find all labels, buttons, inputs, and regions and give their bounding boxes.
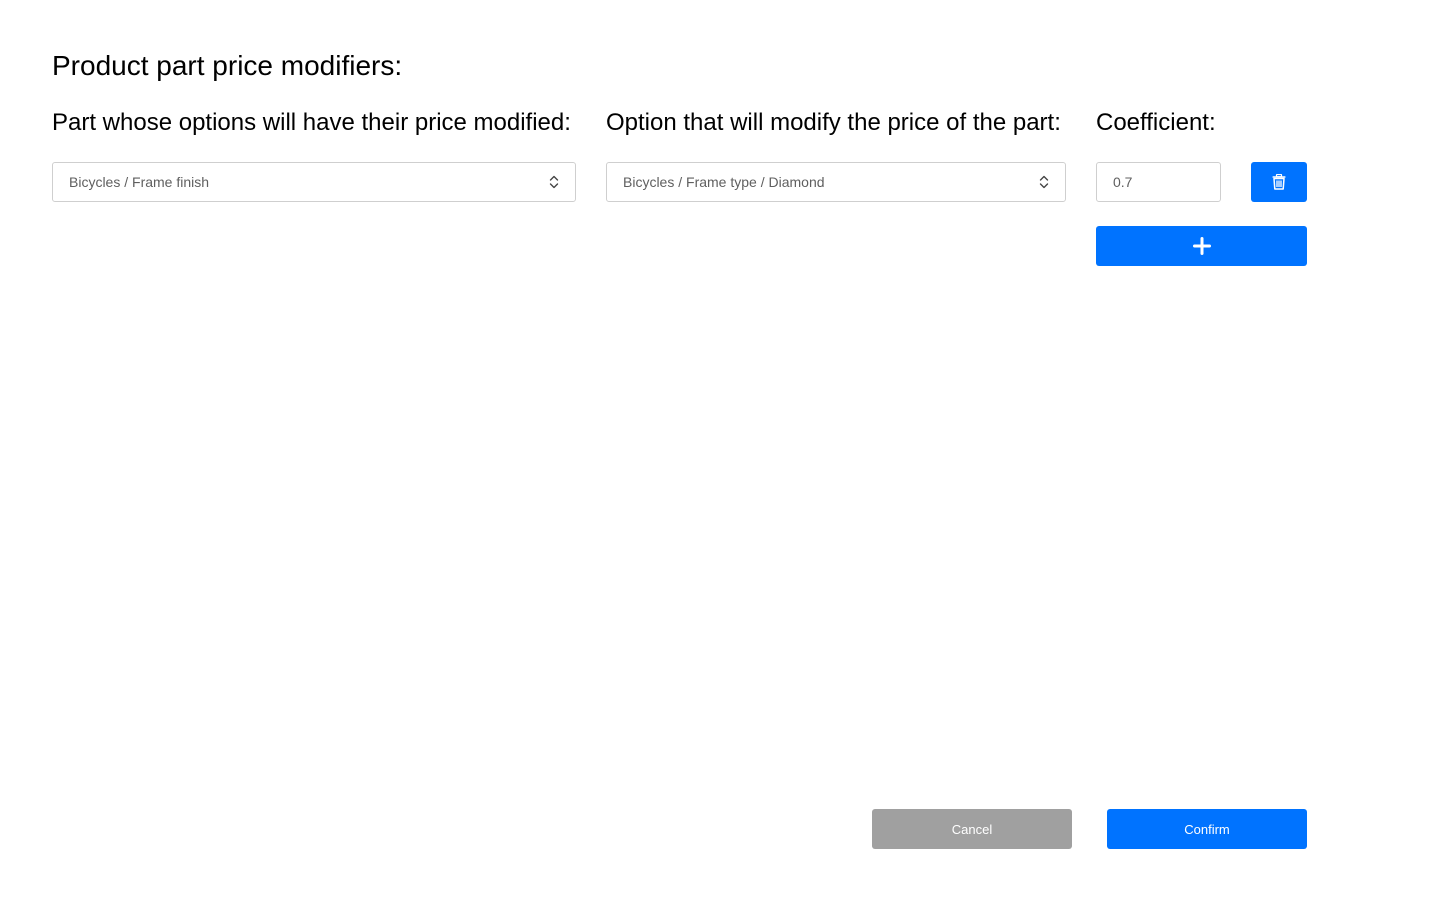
add-row-button[interactable] — [1096, 226, 1307, 266]
delete-row-button[interactable] — [1251, 162, 1307, 202]
trash-icon — [1272, 174, 1286, 190]
option-column-heading: Option that will modify the price of the… — [606, 109, 1061, 136]
chevron-up-down-icon — [1039, 174, 1049, 190]
chevron-up-down-icon — [549, 174, 559, 190]
confirm-button[interactable]: Confirm — [1107, 809, 1307, 849]
page-title: Product part price modifiers: — [52, 50, 403, 81]
part-select-value: Bicycles / Frame finish — [69, 174, 210, 190]
coefficient-input[interactable] — [1096, 162, 1221, 202]
option-select[interactable]: Bicycles / Frame type / Diamond — [606, 162, 1066, 202]
part-select[interactable]: Bicycles / Frame finish — [52, 162, 576, 202]
plus-icon — [1192, 237, 1211, 255]
price-modifiers-page: Product part price modifiers: Part whose… — [0, 0, 1440, 900]
option-select-value: Bicycles / Frame type / Diamond — [623, 174, 825, 190]
part-column-heading: Part whose options will have their price… — [52, 109, 571, 136]
cancel-button[interactable]: Cancel — [872, 809, 1072, 849]
coefficient-column-heading: Coefficient: — [1096, 109, 1216, 136]
